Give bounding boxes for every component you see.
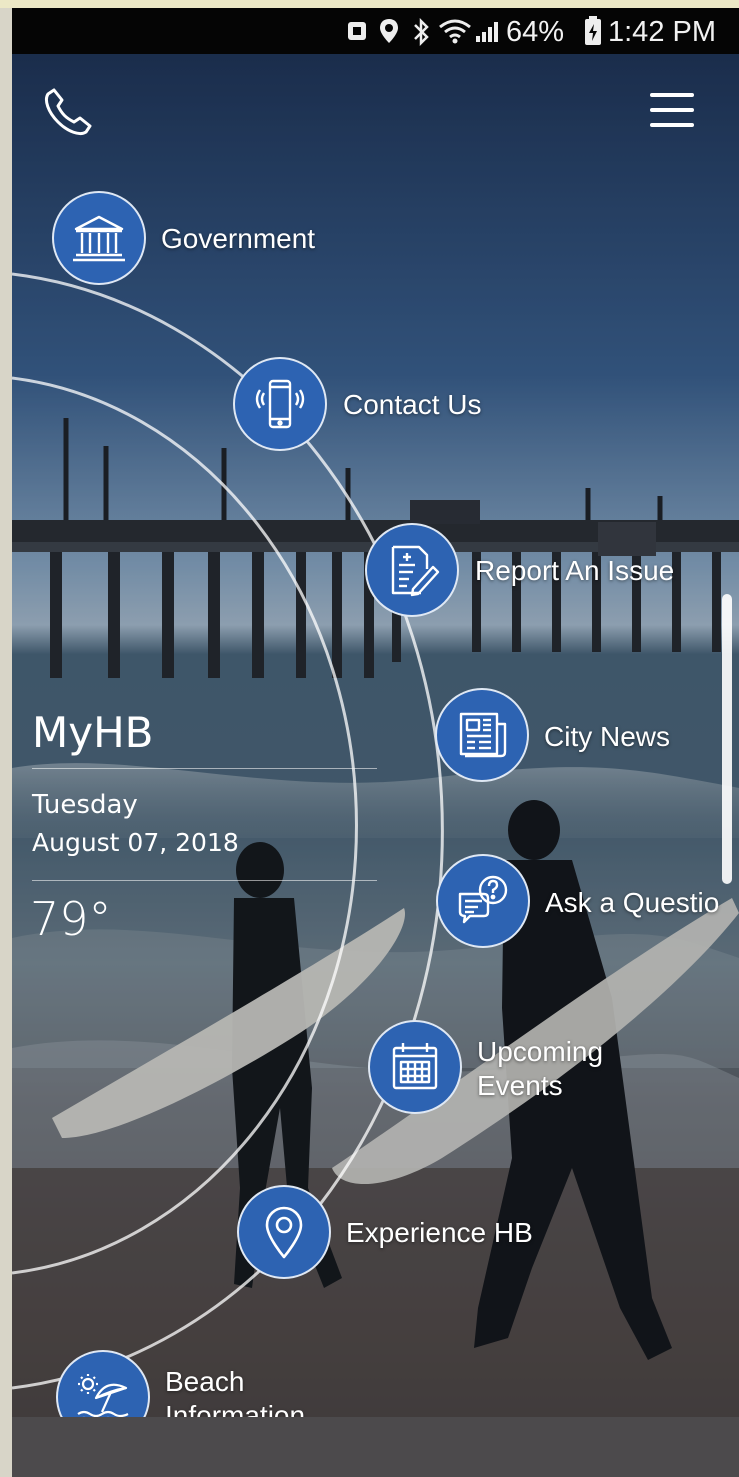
signal-icon	[476, 22, 498, 42]
temperature: 79°	[30, 892, 112, 946]
app-screen: 64% 1:42 PM Government Contact Us Report…	[12, 8, 739, 1477]
upcoming-events-button[interactable]	[368, 1020, 462, 1114]
top-edge-strip	[0, 0, 739, 8]
hamburger-menu-icon[interactable]	[648, 90, 696, 130]
government-building-icon	[73, 215, 125, 262]
ask-a-question-label[interactable]: Ask a Questio	[545, 886, 719, 920]
upcoming-events-label-line1: Upcoming	[477, 1036, 604, 1067]
weekday: Tuesday	[32, 790, 138, 820]
battery-percent: 64%	[506, 16, 565, 48]
status-time: 1:42 PM	[608, 16, 716, 48]
sim-icon	[348, 22, 366, 40]
app-title: MyHB	[32, 708, 154, 757]
location-icon	[380, 19, 398, 43]
city-news-button[interactable]	[435, 688, 529, 782]
question-bubble-icon	[458, 875, 508, 924]
ask-a-question-button[interactable]	[436, 854, 530, 948]
government-label[interactable]: Government	[161, 222, 315, 256]
phone-icon[interactable]	[42, 84, 94, 136]
divider	[32, 880, 377, 881]
upcoming-events-label[interactable]: Upcoming Events	[477, 1035, 603, 1103]
government-button[interactable]	[52, 191, 146, 285]
contact-us-button[interactable]	[233, 357, 327, 451]
beach-information-label-line1: Beach	[165, 1366, 245, 1397]
edge-panel-handle[interactable]	[722, 594, 732, 884]
report-an-issue-button[interactable]	[365, 523, 459, 617]
bottom-bar	[12, 1417, 739, 1477]
newspaper-icon	[459, 712, 507, 758]
experience-hb-label[interactable]: Experience HB	[346, 1216, 533, 1250]
battery-icon	[585, 16, 601, 45]
upcoming-events-label-line2: Events	[477, 1070, 563, 1101]
divider	[32, 768, 377, 769]
left-edge-strip	[0, 8, 12, 1477]
date: August 07, 2018	[32, 828, 239, 857]
contact-us-label[interactable]: Contact Us	[343, 388, 482, 422]
experience-hb-button[interactable]	[237, 1185, 331, 1279]
map-pin-icon	[265, 1206, 303, 1259]
bluetooth-icon	[414, 18, 429, 46]
calendar-icon	[392, 1043, 438, 1090]
status-bar: 64% 1:42 PM	[12, 8, 739, 54]
report-document-icon	[391, 545, 440, 597]
wifi-icon	[439, 19, 471, 44]
city-news-label[interactable]: City News	[544, 720, 670, 754]
mobile-phone-icon	[255, 379, 305, 429]
report-an-issue-label[interactable]: Report An Issue	[475, 554, 674, 588]
